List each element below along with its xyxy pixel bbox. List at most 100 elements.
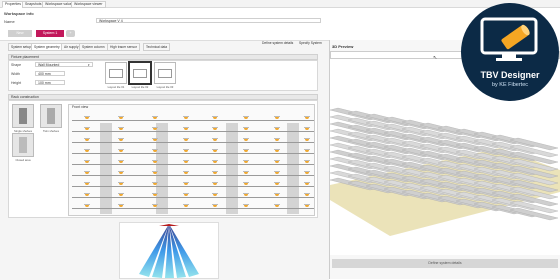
light-fixture-icon: [183, 127, 189, 130]
light-fixture-icon: [274, 127, 280, 130]
page-title: Workspace info: [4, 11, 34, 16]
add-system-button[interactable]: +: [66, 30, 75, 37]
light-fixture-icon: [304, 160, 310, 163]
name-label: Name: [4, 19, 15, 24]
light-fixture-icon: [243, 127, 249, 130]
light-fixture-icon: [304, 193, 310, 196]
subtab-system-geometry[interactable]: System geometry: [31, 43, 63, 51]
light-fixture-icon: [152, 182, 158, 185]
preview-title: 3D Preview: [332, 44, 354, 49]
system-options-link[interactable]: Specify System: [299, 41, 322, 45]
light-fixture-icon: [243, 204, 249, 207]
light-fixture-icon: [212, 149, 218, 152]
light-fixture-icon: [183, 171, 189, 174]
light-fixture-icon: [212, 116, 218, 119]
light-fixture-icon: [118, 193, 124, 196]
shelf-line: [72, 131, 314, 132]
width-input[interactable]: 400 mm: [35, 71, 65, 76]
light-fixture-icon: [84, 171, 90, 174]
subtab-system-column[interactable]: System column: [79, 43, 108, 51]
rack-option-twin-label: Twin shelves: [42, 129, 59, 133]
subtab-high-tracer-sensor[interactable]: High tracer sensor: [107, 43, 140, 51]
tab-workspace-viewer[interactable]: Workspace viewer: [71, 1, 106, 8]
shelf-line: [72, 197, 314, 198]
light-fixture-icon: [152, 193, 158, 196]
light-fixture-icon: [152, 149, 158, 152]
light-fixture-icon: [274, 116, 280, 119]
light-fixture-icon: [274, 182, 280, 185]
subtab-technical-data[interactable]: Technical data: [143, 43, 171, 51]
light-fixture-icon: [212, 171, 218, 174]
top-tab-bar: Properties Snapshots Workspace values Wo…: [0, 0, 560, 8]
light-fixture-icon: [183, 138, 189, 141]
layout-thumb-1[interactable]: [105, 62, 127, 84]
light-fixture-icon: [274, 149, 280, 152]
layout-thumb-3[interactable]: [154, 62, 176, 84]
front-view-title: Front view: [72, 105, 89, 109]
name-input[interactable]: Workspace V 4: [96, 18, 321, 23]
light-fixture-icon: [84, 160, 90, 163]
light-fixture-icon: [84, 116, 90, 119]
light-fixture-icon: [118, 160, 124, 163]
preview-3d-rack: [330, 107, 560, 236]
light-fixture-icon: [118, 149, 124, 152]
light-fixture-icon: [84, 138, 90, 141]
light-fixture-icon: [118, 138, 124, 141]
light-fixture-icon: [243, 138, 249, 141]
logo-monitor-icon: [480, 17, 538, 61]
light-fixture-icon: [183, 116, 189, 119]
light-fixture-icon: [304, 204, 310, 207]
shelf-line: [72, 120, 314, 121]
system-details-link[interactable]: Define system details: [262, 41, 293, 45]
light-fixture-icon: [84, 149, 90, 152]
light-fixture-icon: [304, 182, 310, 185]
light-fixture-icon: [118, 127, 124, 130]
light-fixture-icon: [243, 160, 249, 163]
light-fixture-icon: [212, 182, 218, 185]
light-fixture-icon: [152, 127, 158, 130]
light-fixture-icon: [183, 182, 189, 185]
light-fixture-icon: [304, 149, 310, 152]
width-label: Width: [11, 72, 20, 76]
shape-label: Shape: [11, 63, 22, 67]
rack-aisle: [156, 123, 168, 214]
light-fixture-icon: [118, 182, 124, 185]
light-fixture-icon: [183, 149, 189, 152]
shape-select[interactable]: Wall Mounted: [35, 62, 93, 67]
light-fixture-icon: [183, 193, 189, 196]
light-fixture-icon: [152, 160, 158, 163]
light-fixture-icon: [304, 116, 310, 119]
light-fixture-icon: [304, 138, 310, 141]
rack-option-closed-label: Closed area: [15, 158, 31, 162]
layout-thumb-1-label: Layout tile 01: [107, 85, 125, 89]
rack-option-twin[interactable]: [40, 104, 62, 128]
logo-subtitle: by KE Fibertec: [491, 82, 529, 88]
light-fixture-icon: [243, 193, 249, 196]
light-fixture-icon: [212, 160, 218, 163]
new-button[interactable]: New: [8, 30, 32, 37]
tab-properties[interactable]: Properties: [2, 1, 24, 8]
light-fixture-icon: [152, 116, 158, 119]
layout-thumb-3-label: Layout tile 03: [156, 85, 174, 89]
light-fixture-icon: [212, 193, 218, 196]
rack-option-closed[interactable]: [12, 133, 34, 157]
light-fixture-icon: [84, 204, 90, 207]
light-fixture-icon: [274, 171, 280, 174]
light-fixture-icon: [274, 160, 280, 163]
define-system-details-button[interactable]: Define system details: [332, 259, 558, 268]
shelf-line: [72, 175, 314, 176]
light-fixture-icon: [274, 138, 280, 141]
light-fixture-icon: [243, 182, 249, 185]
light-fixture-icon: [152, 171, 158, 174]
light-fixture-icon: [84, 182, 90, 185]
light-fixture-icon: [118, 171, 124, 174]
logo-title: TBV Designer: [480, 70, 540, 80]
shelf-line: [72, 208, 314, 209]
layout-thumb-2[interactable]: [128, 61, 152, 85]
height-input[interactable]: 100 mm: [35, 80, 65, 85]
system-button[interactable]: System 1: [36, 30, 64, 37]
chevron-down-icon: ▾: [88, 63, 90, 67]
light-fixture-icon: [183, 160, 189, 163]
rack-option-single[interactable]: [12, 104, 34, 128]
light-fixture-icon: [304, 127, 310, 130]
